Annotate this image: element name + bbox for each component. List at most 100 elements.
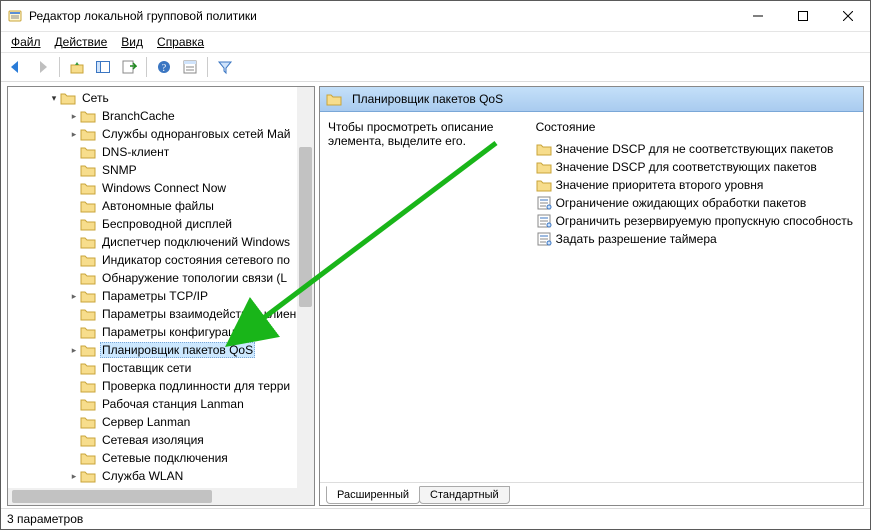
list-item-label: Значение приоритета второго уровня: [556, 178, 764, 192]
tree-item[interactable]: ▸ Служба WLAN: [8, 467, 314, 485]
h-scrollbar[interactable]: [8, 488, 297, 505]
tree-item[interactable]: Индикатор состояния сетевого по: [8, 251, 314, 269]
tree-item-label: Служба WLAN: [100, 469, 185, 483]
collapse-icon[interactable]: ▾: [48, 94, 60, 103]
tree[interactable]: ▾Сеть▸BranchCache▸Службы одноранговых се…: [8, 87, 314, 487]
details-title: Планировщик пакетов QoS: [352, 92, 503, 106]
folder-icon: [80, 379, 96, 393]
window-title: Редактор локальной групповой политики: [29, 9, 257, 23]
tree-item-label: Диспетчер подключений Windows: [100, 235, 292, 249]
tree-item[interactable]: ▸Планировщик пакетов QoS: [8, 341, 314, 359]
folder-icon: [80, 361, 96, 375]
body: ▾Сеть▸BranchCache▸Службы одноранговых се…: [1, 82, 870, 508]
details-panel: Планировщик пакетов QoS Чтобы просмотрет…: [319, 86, 864, 506]
tree-item-label: Обнаружение топологии связи (L: [100, 271, 289, 285]
folder-icon: [80, 415, 96, 429]
list-item[interactable]: Значение приоритета второго уровня: [536, 176, 853, 194]
tree-item-label: Сеть: [80, 91, 111, 105]
tree-item-label: SNMP: [100, 163, 139, 177]
tree-item[interactable]: ▸ Параметры TCP/IP: [8, 287, 314, 305]
properties-button[interactable]: [179, 56, 201, 78]
toolbar-separator: [59, 57, 60, 77]
tab-standard[interactable]: Стандартный: [419, 486, 510, 504]
tree-item-label: Проверка подлинности для терри: [100, 379, 292, 393]
forward-button[interactable]: [31, 56, 53, 78]
menu-view[interactable]: Вид: [115, 33, 149, 51]
tree-item[interactable]: ▾ Сеть: [8, 89, 314, 107]
details-header: Планировщик пакетов QoS: [320, 87, 863, 112]
list-item[interactable]: Значение DSCP для не соответствующих пак…: [536, 140, 853, 158]
folder-icon: [80, 253, 96, 267]
show-hide-tree-button[interactable]: [92, 56, 114, 78]
expand-icon[interactable]: ▸: [68, 472, 80, 481]
folder-icon: [80, 163, 96, 177]
details-body: Чтобы просмотреть описание элемента, выд…: [320, 112, 863, 482]
toolbar: ?: [1, 53, 870, 82]
setting-icon: [536, 195, 552, 211]
tree-item[interactable]: SNMP: [8, 161, 314, 179]
export-button[interactable]: [118, 56, 140, 78]
settings-column: Состояние Значение DSCP для не соответст…: [536, 120, 853, 482]
list-item-label: Значение DSCP для соответствующих пакето…: [556, 160, 817, 174]
tree-item[interactable]: Обнаружение топологии связи (L: [8, 269, 314, 287]
v-scrollbar[interactable]: [297, 87, 314, 488]
expand-icon[interactable]: ▸: [68, 292, 80, 301]
tree-item[interactable]: Windows Connect Now: [8, 179, 314, 197]
list-item[interactable]: Значение DSCP для соответствующих пакето…: [536, 158, 853, 176]
setting-icon: [536, 213, 552, 229]
tree-item[interactable]: Сетевая изоляция: [8, 431, 314, 449]
tree-item[interactable]: Поставщик сети: [8, 359, 314, 377]
view-tabs: Расширенный Стандартный: [320, 482, 863, 505]
list-item[interactable]: Ограничить резервируемую пропускную спос…: [536, 212, 853, 230]
maximize-button[interactable]: [780, 2, 825, 31]
list-item[interactable]: Ограничение ожидающих обработки пакетов: [536, 194, 853, 212]
tree-panel: ▾Сеть▸BranchCache▸Службы одноранговых се…: [7, 86, 315, 506]
tab-extended[interactable]: Расширенный: [326, 486, 420, 504]
scrollbar-corner: [297, 488, 314, 505]
close-button[interactable]: [825, 2, 870, 31]
tree-item-label: Беспроводной дисплей: [100, 217, 234, 231]
tree-item[interactable]: DNS-клиент: [8, 143, 314, 161]
tree-item[interactable]: Автономные файлы: [8, 197, 314, 215]
expand-icon[interactable]: ▸: [68, 346, 80, 355]
folder-icon: [80, 199, 96, 213]
menu-help[interactable]: Справка: [151, 33, 210, 51]
tree-item-label: Службы одноранговых сетей Май: [100, 127, 292, 141]
menu-file[interactable]: Файл: [5, 33, 47, 51]
menubar: Файл Действие Вид Справка: [1, 32, 870, 53]
folder-icon: [80, 451, 96, 465]
folder-icon: [80, 181, 96, 195]
tree-item-label: Параметры TCP/IP: [100, 289, 210, 303]
folder-icon: [80, 469, 96, 483]
folder-icon: [536, 141, 552, 157]
tree-item[interactable]: Диспетчер подключений Windows: [8, 233, 314, 251]
folder-icon: [80, 145, 96, 159]
expand-icon[interactable]: ▸: [68, 130, 80, 139]
back-button[interactable]: [5, 56, 27, 78]
folder-icon: [536, 159, 552, 175]
tree-item[interactable]: Параметры конфигурации SSL: [8, 323, 314, 341]
folder-icon: [80, 343, 96, 357]
tree-item[interactable]: ▸ Службы одноранговых сетей Май: [8, 125, 314, 143]
up-button[interactable]: [66, 56, 88, 78]
tree-item[interactable]: Сетевые подключения: [8, 449, 314, 467]
tree-item[interactable]: ▸BranchCache: [8, 107, 314, 125]
list-item-label: Ограничить резервируемую пропускную спос…: [556, 214, 853, 228]
settings-list: Значение DSCP для не соответствующих пак…: [536, 140, 853, 248]
folder-icon: [80, 325, 96, 339]
list-item[interactable]: Задать разрешение таймера: [536, 230, 853, 248]
tree-item[interactable]: Беспроводной дисплей: [8, 215, 314, 233]
tree-item[interactable]: Проверка подлинности для терри: [8, 377, 314, 395]
help-button[interactable]: ?: [153, 56, 175, 78]
tree-item[interactable]: Сервер Lanman: [8, 413, 314, 431]
folder-icon: [80, 109, 96, 123]
filter-button[interactable]: [214, 56, 236, 78]
tree-item-label: Параметры конфигурации SSL: [100, 325, 276, 339]
tree-item[interactable]: Рабочая станция Lanman: [8, 395, 314, 413]
minimize-button[interactable]: [735, 2, 780, 31]
expand-icon[interactable]: ▸: [68, 112, 80, 121]
tree-item-label: Поставщик сети: [100, 361, 193, 375]
tree-item-label: Сетевые подключения: [100, 451, 230, 465]
menu-action[interactable]: Действие: [49, 33, 114, 51]
tree-item[interactable]: Параметры взаимодействия клиен: [8, 305, 314, 323]
